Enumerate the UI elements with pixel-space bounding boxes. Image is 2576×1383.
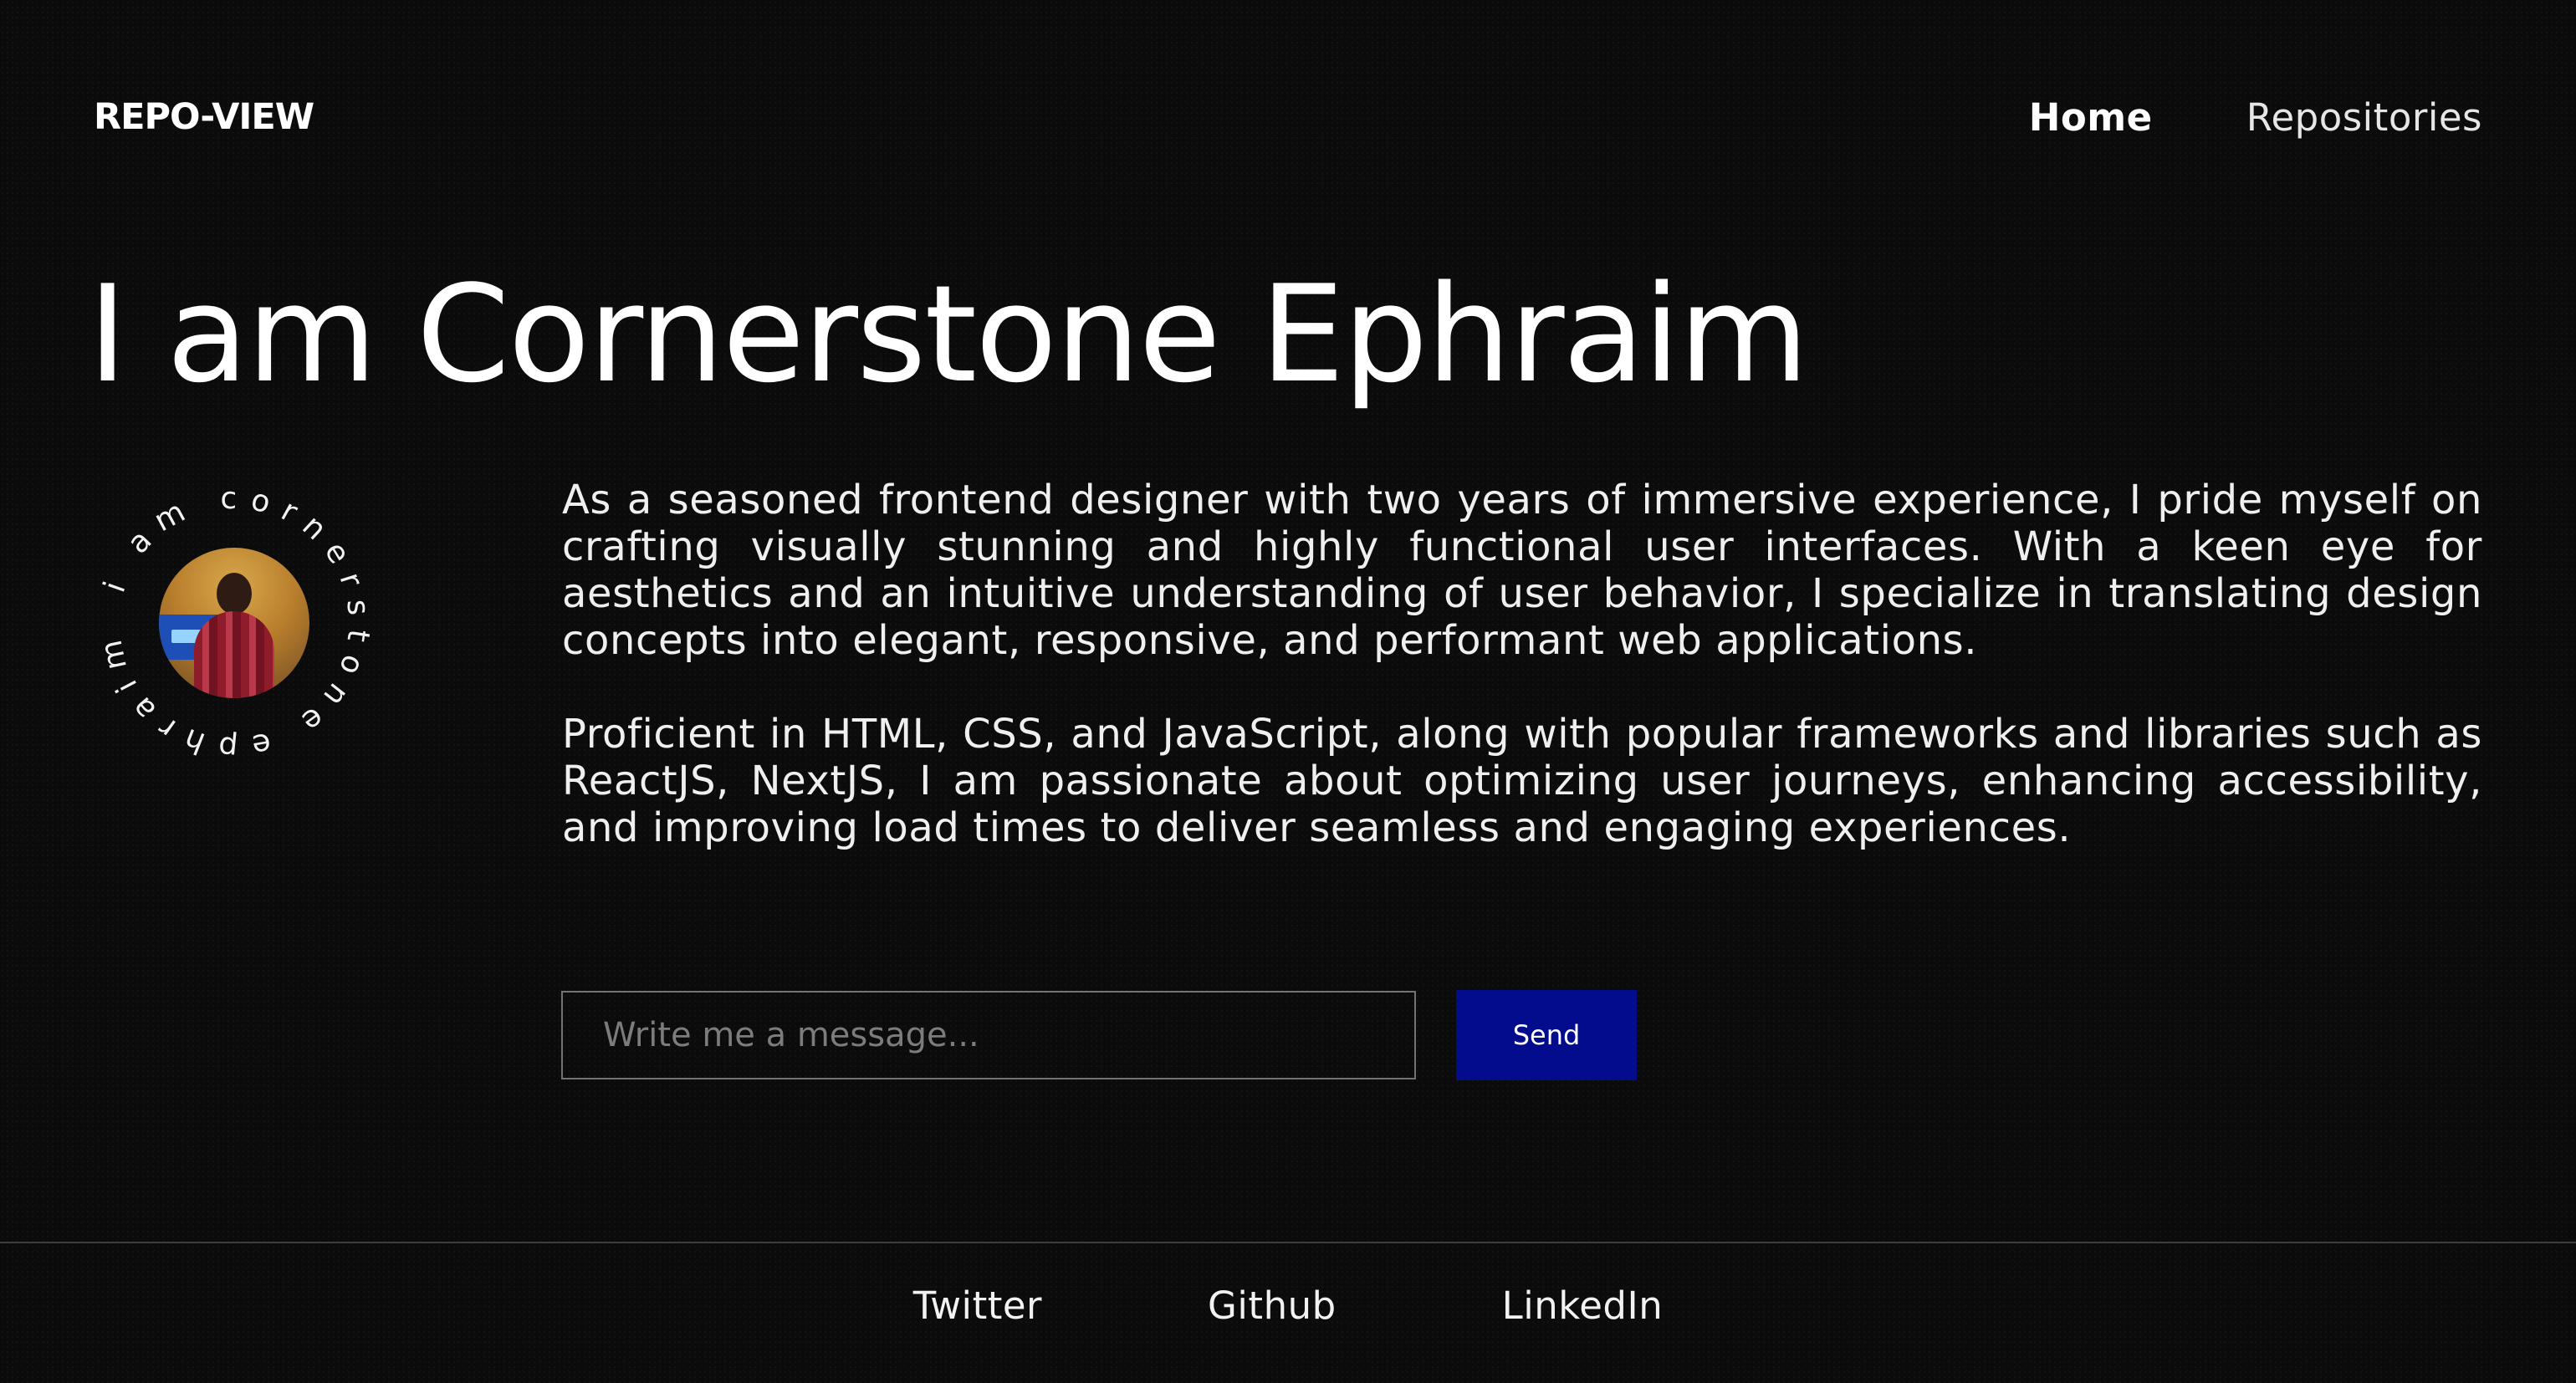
- top-navigation: REPO-VIEW Home Repositories: [94, 92, 2482, 142]
- twitter-link[interactable]: Twitter: [913, 1279, 1042, 1333]
- bio-section: As a seasoned frontend designer with two…: [562, 477, 2482, 897]
- bio-paragraph-2: Proficient in HTML, CSS, and JavaScript,…: [562, 710, 2482, 851]
- photo-person-shirt: [194, 611, 274, 698]
- hero-title: I am Cornerstone Ephraim: [88, 256, 1809, 412]
- footer-divider: [0, 1242, 2576, 1243]
- send-button[interactable]: Send: [1456, 990, 1637, 1080]
- linkedin-link[interactable]: LinkedIn: [1502, 1279, 1664, 1333]
- nav-home-link[interactable]: Home: [2029, 95, 2153, 140]
- nav-links: Home Repositories: [2029, 95, 2482, 140]
- nav-repositories-link[interactable]: Repositories: [2246, 95, 2482, 140]
- brand-logo-link[interactable]: REPO-VIEW: [94, 96, 314, 138]
- profile-photo: [159, 548, 309, 698]
- bio-paragraph-1: As a seasoned frontend designer with two…: [562, 477, 2482, 665]
- contact-form: Send: [561, 990, 1637, 1080]
- github-link[interactable]: Github: [1208, 1279, 1337, 1333]
- photo-person-head: [217, 573, 252, 615]
- message-input[interactable]: [561, 991, 1416, 1079]
- footer-links: Twitter Github LinkedIn: [0, 1279, 2576, 1333]
- profile-avatar-badge: i am cornerstone ephraim *: [92, 481, 376, 765]
